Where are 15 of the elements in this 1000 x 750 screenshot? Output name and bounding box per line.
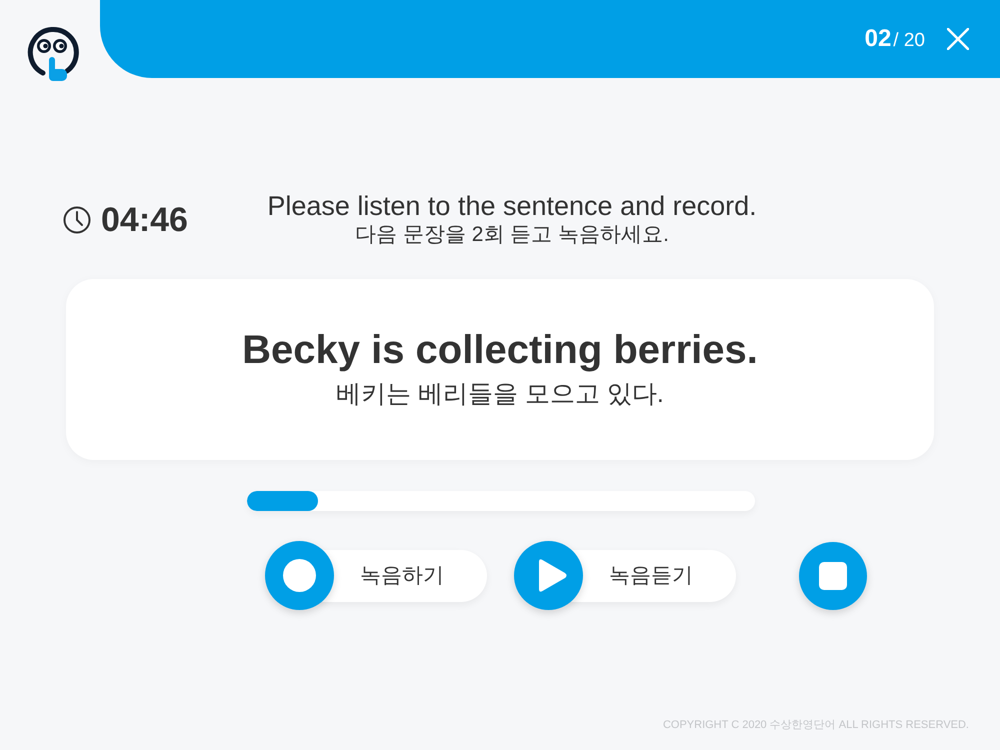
stop-button[interactable]	[799, 542, 867, 610]
question-number: 02	[864, 24, 892, 54]
close-icon	[947, 28, 969, 50]
sentence-text: Becky is collecting berries.	[242, 326, 758, 374]
instruction-korean: 다음 문장을 2회 듣고 녹음하세요.	[355, 222, 669, 248]
instruction-text: Please listen to the sentence and record.	[267, 191, 757, 221]
clock-icon	[63, 206, 91, 234]
question-total: / 20	[893, 29, 925, 53]
play-icon	[514, 541, 583, 610]
countdown-timer: 04:46	[101, 203, 188, 237]
record-icon	[265, 541, 334, 610]
sentence-translation: 베키는 베리들을 모으고 있다.	[336, 378, 664, 410]
logo-icon	[27, 26, 79, 81]
close-button[interactable]	[947, 28, 969, 50]
stop-icon	[799, 542, 867, 610]
